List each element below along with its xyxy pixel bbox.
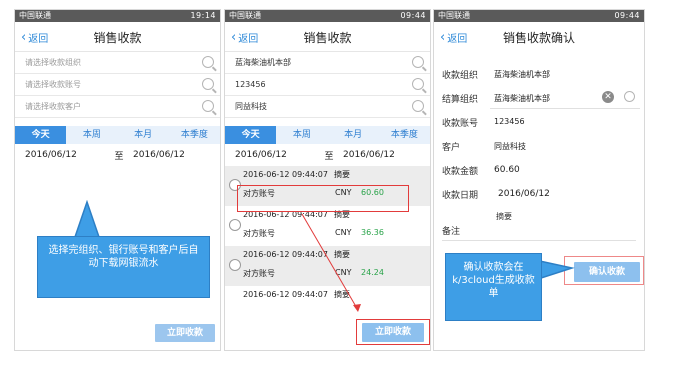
customer-field[interactable]: 同益科技	[225, 96, 430, 118]
date-from[interactable]: 2016/06/12	[25, 150, 105, 160]
date-separator: 至	[114, 151, 124, 162]
item-account: 对方账号	[243, 229, 275, 238]
search-icon[interactable]	[412, 100, 424, 112]
tab-month[interactable]: 本月	[118, 126, 169, 144]
org-placeholder: 请选择收款组织	[25, 58, 81, 67]
page-title: 销售收款	[93, 31, 142, 45]
date-value[interactable]: 2016/06/12	[498, 189, 550, 199]
nav-bar: ‹ 返回 销售收款	[15, 22, 220, 52]
carrier-label: 中国联通	[229, 11, 261, 20]
amount-label: 收款金额	[442, 167, 479, 177]
status-time: 09:44	[400, 11, 426, 20]
tab-week[interactable]: 本周	[276, 126, 327, 144]
account-value: 123456	[235, 80, 266, 89]
search-icon[interactable]	[624, 91, 635, 102]
search-icon[interactable]	[202, 78, 214, 90]
clear-icon[interactable]: ✕	[602, 91, 614, 103]
item-memo: 摘要	[333, 170, 350, 179]
status-bar: 中国联通 19:14	[15, 10, 220, 22]
item-account: 对方账号	[243, 269, 275, 278]
date-to[interactable]: 2016/06/12	[133, 150, 185, 160]
callout-1: 选择完组织、银行账号和客户后自动下载网银流水	[37, 236, 210, 298]
customer-placeholder: 请选择收款客户	[25, 102, 81, 111]
org-field[interactable]: 请选择收款组织	[15, 52, 220, 74]
tab-month[interactable]: 本月	[328, 126, 379, 144]
org-field[interactable]: 蓝海柴油机本部	[225, 52, 430, 74]
org-value: 蓝海柴油机本部	[235, 58, 291, 67]
tab-today[interactable]: 今天	[15, 126, 67, 144]
divider	[490, 108, 640, 109]
page-title: 销售收款	[303, 31, 352, 45]
tab-week[interactable]: 本周	[66, 126, 117, 144]
customer-value: 同益科技	[235, 102, 267, 111]
period-tabs: 今天 本周 本月 本季度	[225, 126, 430, 144]
select-radio[interactable]	[229, 219, 241, 231]
nav-bar: ‹ 返回 销售收款确认	[434, 22, 644, 52]
account-field[interactable]: 请选择收款账号	[15, 74, 220, 96]
date-to[interactable]: 2016/06/12	[343, 150, 395, 160]
account-placeholder: 请选择收款账号	[25, 80, 81, 89]
tab-quarter[interactable]: 本季度	[169, 126, 220, 144]
pointer-arrow	[301, 213, 361, 312]
status-bar: 中国联通 09:44	[434, 10, 644, 22]
remark-label: 备注	[442, 227, 461, 237]
date-range: 2016/06/12 至 2016/06/12	[225, 144, 430, 166]
org-value: 蓝海柴油机本部	[494, 70, 550, 79]
date-range: 2016/06/12 至 2016/06/12	[15, 144, 220, 166]
collect-now-button[interactable]: 立即收款	[155, 324, 215, 342]
item-datetime: 2016-06-12 09:44:07	[243, 170, 328, 179]
status-time: 09:44	[614, 11, 640, 20]
status-time: 19:14	[190, 11, 216, 20]
tab-quarter[interactable]: 本季度	[379, 126, 430, 144]
callout-3: 确认收款会在k/3cloud生成收款单	[445, 253, 542, 321]
divider	[442, 240, 636, 241]
carrier-label: 中国联通	[438, 11, 470, 20]
memo-label: 摘要	[496, 212, 512, 221]
customer-field[interactable]: 请选择收款客户	[15, 96, 220, 118]
settle-org-value[interactable]: 蓝海柴油机本部	[494, 93, 550, 104]
settle-org-label: 结算组织	[442, 95, 479, 105]
search-icon[interactable]	[202, 56, 214, 68]
status-bar: 中国联通 09:44	[225, 10, 430, 22]
date-separator: 至	[324, 151, 334, 162]
date-label: 收款日期	[442, 191, 479, 201]
amount-value: 60.60	[494, 165, 520, 175]
customer-value: 同益科技	[494, 142, 526, 151]
date-from[interactable]: 2016/06/12	[235, 150, 315, 160]
period-tabs: 今天 本周 本月 本季度	[15, 126, 220, 144]
search-icon[interactable]	[412, 78, 424, 90]
tab-today[interactable]: 今天	[225, 126, 277, 144]
highlight-box-row	[237, 185, 409, 212]
page-title: 销售收款确认	[502, 31, 575, 45]
highlight-box-button	[356, 319, 430, 345]
item-header: 2016-06-12 09:44:07 摘要	[243, 169, 350, 180]
nav-bar: ‹ 返回 销售收款	[225, 22, 430, 52]
search-icon[interactable]	[202, 100, 214, 112]
customer-label: 客户	[442, 143, 461, 153]
org-label: 收款组织	[442, 71, 479, 81]
account-field[interactable]: 123456	[225, 74, 430, 96]
account-label: 收款账号	[442, 119, 479, 129]
account-value: 123456	[494, 117, 525, 126]
search-icon[interactable]	[412, 56, 424, 68]
carrier-label: 中国联通	[19, 11, 51, 20]
select-radio[interactable]	[229, 259, 241, 271]
